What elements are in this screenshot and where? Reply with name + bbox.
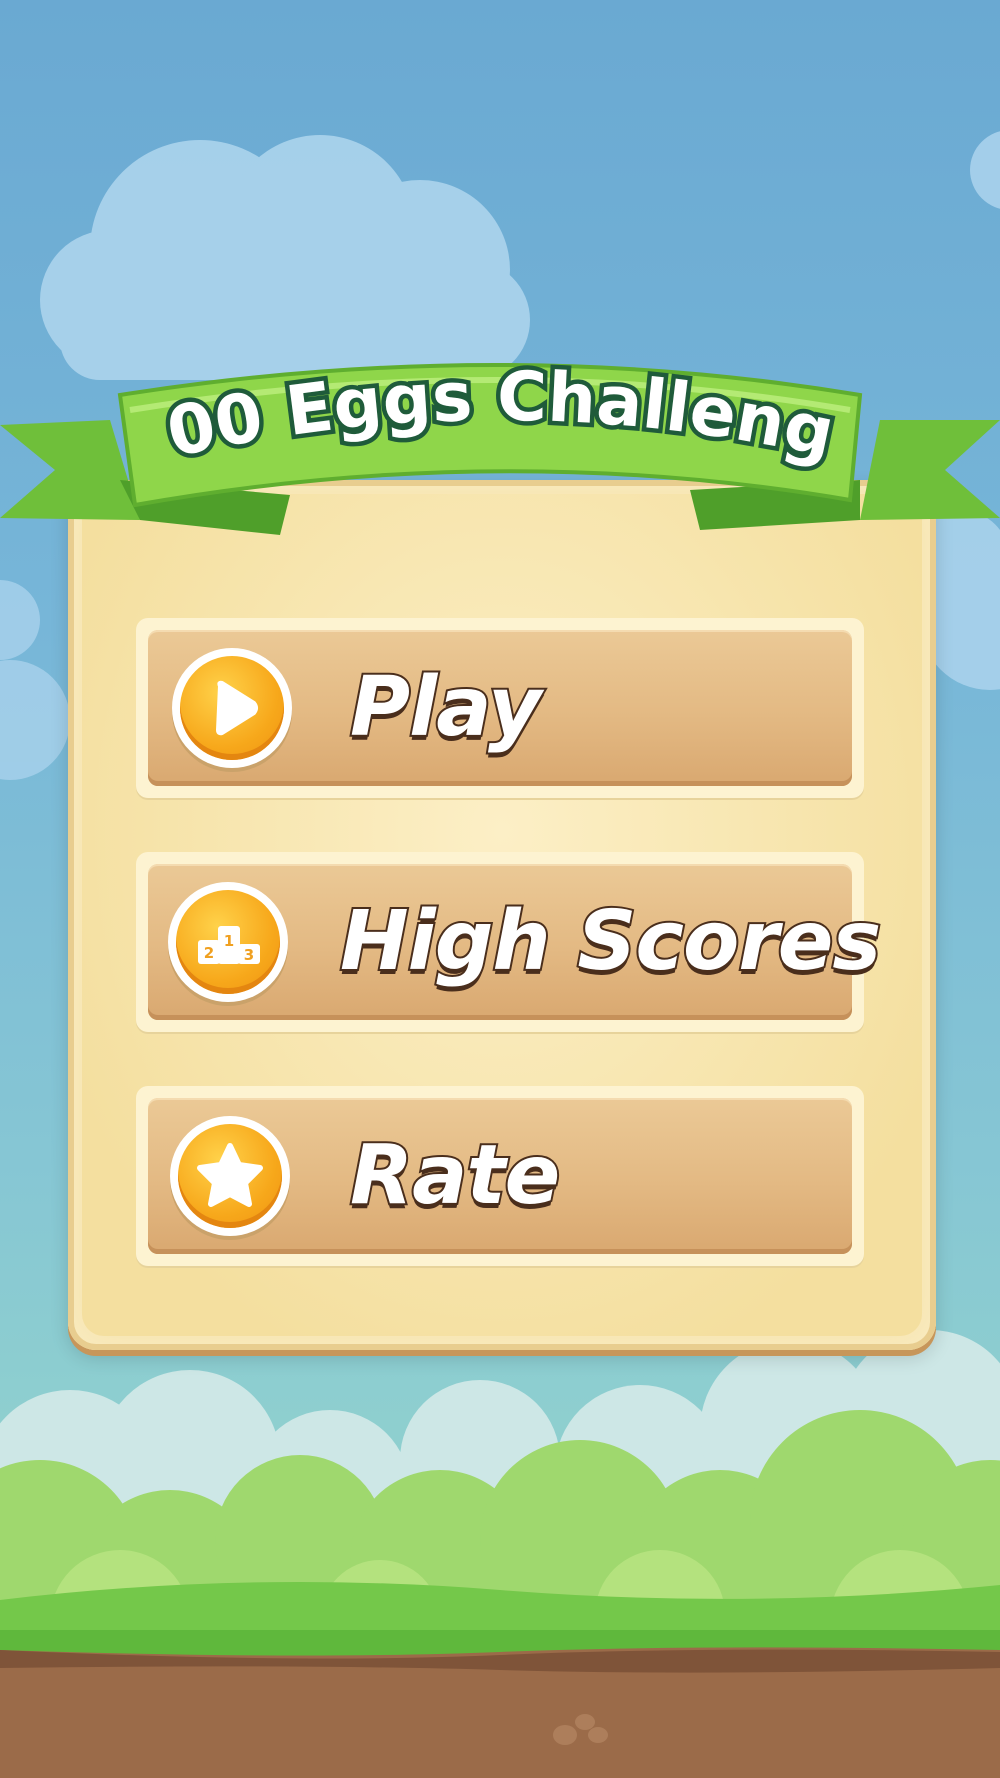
- rate-button[interactable]: Rate: [136, 1086, 864, 1266]
- high-scores-button[interactable]: 2 1 3 High Scores: [136, 852, 883, 1032]
- play-button[interactable]: Play: [136, 618, 864, 798]
- play-label: Play: [348, 660, 543, 756]
- podium-third: 3: [244, 946, 254, 964]
- play-icon: [172, 648, 292, 768]
- podium-icon: 2 1 3: [168, 882, 288, 1002]
- star-icon: [170, 1116, 290, 1236]
- podium-first: 1: [224, 932, 234, 950]
- cloud-left: [40, 135, 530, 380]
- title-banner: 100 Eggs Challenge: [0, 350, 1000, 535]
- cloud-left-edge: [0, 580, 70, 780]
- high-scores-label: High Scores: [338, 894, 883, 990]
- podium-second: 2: [204, 944, 214, 962]
- rate-label: Rate: [348, 1128, 562, 1224]
